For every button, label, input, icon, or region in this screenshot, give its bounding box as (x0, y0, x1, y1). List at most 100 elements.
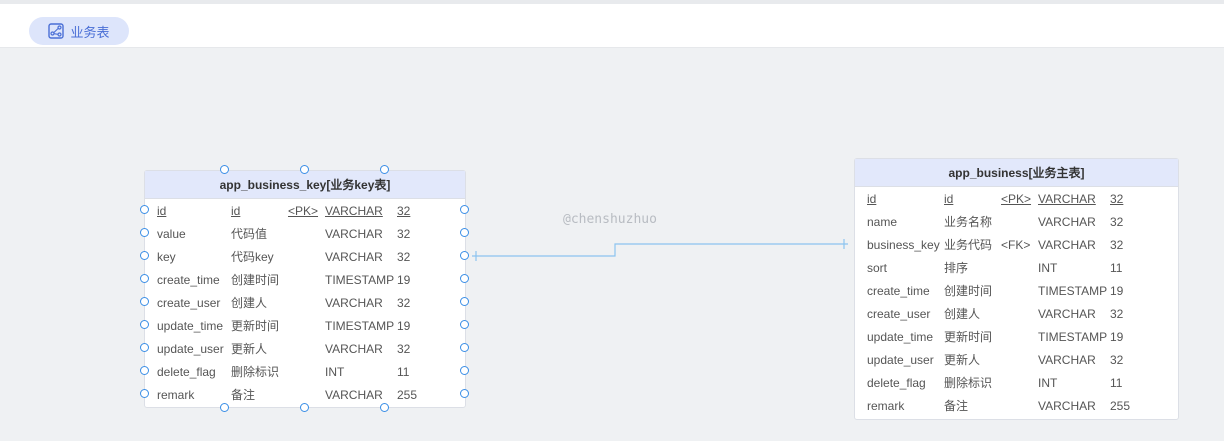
field-row[interactable]: update_time 更新时间 TIMESTAMP 19 (855, 327, 1178, 347)
connection-anchor[interactable] (140, 251, 149, 260)
field-type: TIMESTAMP (325, 319, 395, 333)
field-comment: 创建时间 (231, 273, 280, 287)
field-type: VARCHAR (325, 388, 383, 402)
field-row[interactable]: sort 排序 INT 11 (855, 258, 1178, 278)
field-type: VARCHAR (325, 250, 383, 264)
field-length: 32 (397, 250, 411, 264)
field-row[interactable]: value 代码值 VARCHAR 32 (145, 224, 465, 244)
field-row[interactable]: id id <PK> VARCHAR 32 (145, 201, 465, 221)
connection-anchor[interactable] (460, 228, 469, 237)
field-length: 32 (397, 204, 411, 218)
field-row[interactable]: create_user 创建人 VARCHAR 32 (145, 293, 465, 313)
field-comment: 代码值 (231, 227, 268, 241)
field-length: 19 (397, 319, 411, 333)
field-length: 32 (1110, 192, 1124, 206)
connection-anchor[interactable] (460, 343, 469, 352)
connection-anchor[interactable] (300, 403, 309, 412)
field-length: 11 (1110, 376, 1123, 390)
field-length: 19 (397, 273, 411, 287)
field-row[interactable]: id id <PK> VARCHAR 32 (855, 189, 1178, 209)
field-length: 11 (397, 365, 410, 379)
field-row[interactable]: remark 备注 VARCHAR 255 (145, 385, 465, 405)
field-type: VARCHAR (1038, 399, 1096, 413)
field-key: <PK> (1001, 192, 1032, 206)
field-length: 32 (397, 342, 411, 356)
entity-app-business[interactable]: app_business[业务主表] id id <PK> VARCHAR 32 name… (854, 158, 1179, 420)
connection-anchor[interactable] (460, 205, 469, 214)
connection-anchor[interactable] (460, 274, 469, 283)
field-name: update_time (157, 319, 224, 333)
connection-anchor[interactable] (380, 165, 389, 174)
connection-anchor[interactable] (140, 205, 149, 214)
connection-anchor[interactable] (460, 389, 469, 398)
tab-business-table[interactable]: 业务表 (29, 17, 129, 45)
field-row[interactable]: create_user 创建人 VARCHAR 32 (855, 304, 1178, 324)
field-name: update_user (157, 342, 224, 356)
field-comment: 更新人 (231, 342, 268, 356)
connection-anchor[interactable] (140, 297, 149, 306)
connection-anchor[interactable] (460, 366, 469, 375)
field-row[interactable]: update_user 更新人 VARCHAR 32 (855, 350, 1178, 370)
field-row[interactable]: name 业务名称 VARCHAR 32 (855, 212, 1178, 232)
field-comment: 业务代码 (944, 238, 993, 252)
connection-anchor[interactable] (380, 403, 389, 412)
field-row[interactable]: create_time 创建时间 TIMESTAMP 19 (145, 270, 465, 290)
entity-title: app_business_key[业务key表] (145, 171, 465, 199)
field-name: business_key (867, 238, 940, 252)
field-name: delete_flag (157, 365, 216, 379)
field-length: 32 (1110, 238, 1124, 252)
connection-anchor[interactable] (300, 165, 309, 174)
field-name: create_user (867, 307, 931, 321)
field-type: INT (325, 365, 345, 379)
connection-anchor[interactable] (460, 251, 469, 260)
field-row[interactable]: delete_flag 删除标识 INT 11 (855, 373, 1178, 393)
field-comment: 更新人 (944, 353, 981, 367)
field-length: 32 (1110, 353, 1124, 367)
field-comment: 删除标识 (944, 376, 993, 390)
field-row[interactable]: update_user 更新人 VARCHAR 32 (145, 339, 465, 359)
connection-anchor[interactable] (140, 228, 149, 237)
field-type: VARCHAR (1038, 307, 1096, 321)
field-name: delete_flag (867, 376, 926, 390)
field-comment: 备注 (944, 399, 969, 413)
field-row[interactable]: update_time 更新时间 TIMESTAMP 19 (145, 316, 465, 336)
field-type: VARCHAR (1038, 215, 1096, 229)
top-toolbar: 业务表 (0, 0, 1224, 48)
connection-anchor[interactable] (140, 343, 149, 352)
connection-anchor[interactable] (140, 320, 149, 329)
tab-label: 业务表 (70, 24, 110, 40)
entity-app-business-key[interactable]: app_business_key[业务key表] id id <PK> VARCHAR… (144, 170, 466, 408)
field-name: update_user (867, 353, 934, 367)
diagram-icon (48, 23, 65, 39)
field-length: 19 (1110, 330, 1124, 344)
field-length: 11 (1110, 261, 1123, 275)
field-comment: 创建人 (231, 296, 268, 310)
connection-anchor[interactable] (140, 389, 149, 398)
field-row[interactable]: create_time 创建时间 TIMESTAMP 19 (855, 281, 1178, 301)
field-comment: 更新时间 (944, 330, 993, 344)
field-row[interactable]: remark 备注 VARCHAR 255 (855, 396, 1178, 416)
entity-title: app_business[业务主表] (855, 159, 1178, 187)
connection-anchor[interactable] (460, 320, 469, 329)
field-name: value (157, 227, 186, 241)
field-row[interactable]: business_key 业务代码 <FK> VARCHAR 32 (855, 235, 1178, 255)
field-length: 32 (1110, 215, 1124, 229)
field-length: 255 (397, 388, 418, 402)
field-name: id (157, 204, 167, 218)
field-type: INT (1038, 261, 1058, 275)
field-type: TIMESTAMP (1038, 284, 1108, 298)
field-type: VARCHAR (325, 204, 383, 218)
field-type: VARCHAR (1038, 353, 1096, 367)
field-row[interactable]: delete_flag 删除标识 INT 11 (145, 362, 465, 382)
field-row[interactable]: key 代码key VARCHAR 32 (145, 247, 465, 267)
connection-anchor[interactable] (460, 297, 469, 306)
field-length: 255 (1110, 399, 1131, 413)
field-name: name (867, 215, 898, 229)
connection-anchor[interactable] (220, 165, 229, 174)
connection-anchor[interactable] (140, 274, 149, 283)
connection-anchor[interactable] (220, 403, 229, 412)
connection-anchor[interactable] (140, 366, 149, 375)
field-comment: 业务名称 (944, 215, 993, 229)
field-name: id (867, 192, 877, 206)
field-type: VARCHAR (325, 342, 383, 356)
